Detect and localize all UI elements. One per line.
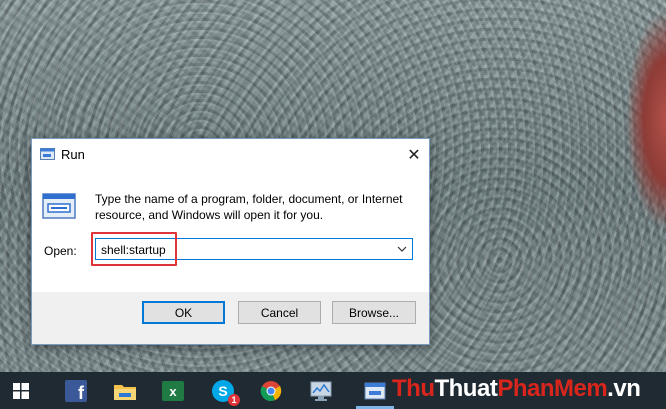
skype-icon: S 1 [212,380,240,406]
windows-icon [13,383,29,399]
cancel-button[interactable]: Cancel [238,301,321,324]
notification-badge: 1 [228,394,240,406]
taskbar-chrome[interactable] [256,376,286,406]
dialog-description: Type the name of a program, folder, docu… [95,192,403,222]
taskbar-run[interactable] [360,376,390,406]
start-button[interactable] [6,376,36,406]
watermark: ThuThuatPhanMem.vn [392,375,641,402]
excel-icon: x [162,381,184,401]
title-bar[interactable]: Run ✕ [32,139,429,171]
ok-button[interactable]: OK [142,301,225,324]
run-icon [364,382,386,400]
annotation-highlight-box [91,232,177,266]
taskbar-file-explorer[interactable] [110,376,140,406]
run-icon [40,148,55,160]
taskbar-skype[interactable]: S 1 [208,376,240,406]
close-icon: ✕ [407,147,421,164]
taskbar-monitor-app[interactable] [306,376,336,406]
monitor-icon [310,381,332,401]
browse-button[interactable]: Browse... [332,301,416,324]
folder-icon [114,385,136,400]
taskbar-excel[interactable]: x [158,376,188,406]
close-button[interactable]: ✕ [399,139,429,171]
facebook-icon: f [65,380,87,402]
chrome-icon [260,381,282,401]
window-title: Run [61,147,85,162]
chevron-down-icon[interactable] [396,242,408,256]
dialog-body: Type the name of a program, folder, docu… [32,171,429,292]
run-dialog: Run ✕ Type the name of a program, folder… [31,138,430,345]
taskbar-facebook[interactable]: f [61,376,91,406]
open-label: Open: [44,244,77,258]
run-program-icon [42,193,76,219]
